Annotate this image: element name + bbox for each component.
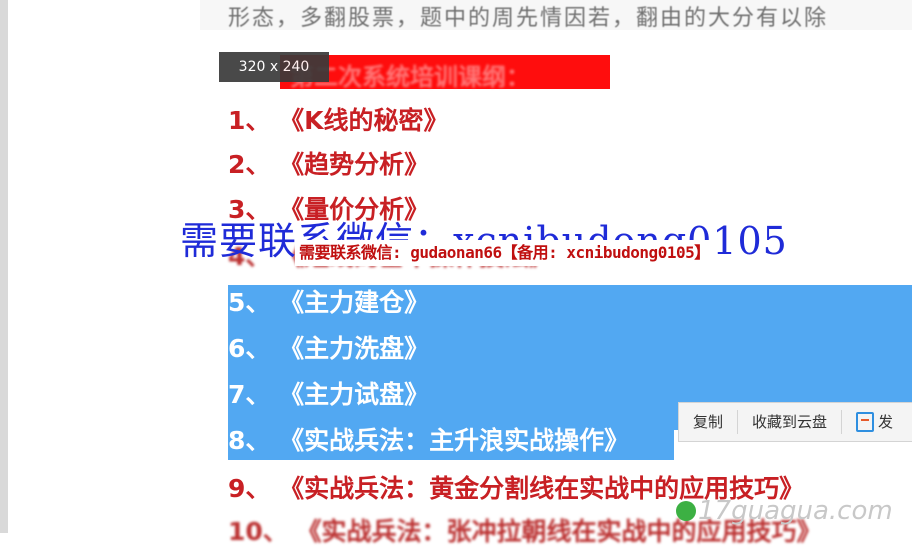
- site-watermark-logo: 17guagua.com: [676, 496, 893, 526]
- outline-item-number: 9、: [228, 474, 271, 503]
- copy-button[interactable]: 复制: [679, 403, 737, 441]
- outline-item-title: 《主力试盘》: [279, 380, 430, 409]
- outline-item-8[interactable]: 8、 《实战兵法：主升浪实战操作》: [228, 424, 629, 458]
- outline-item-7[interactable]: 7、 《主力试盘》: [228, 378, 429, 412]
- outline-item-number: 2、: [228, 150, 271, 179]
- outline-item-6[interactable]: 6、 《主力洗盘》: [228, 332, 429, 366]
- outline-item-title: 《主力建仓》: [279, 288, 430, 317]
- outline-item-5[interactable]: 5、 《主力建仓》: [228, 286, 429, 320]
- outline-item-number: 5、: [228, 288, 271, 317]
- outline-item-title: 《实战兵法：主升浪实战操作》: [279, 426, 630, 455]
- top-line-text: 形态，多翻股票，题中的周先情因若，翻由的大分有以除: [228, 6, 829, 31]
- site-logo-text: 17guagua.com: [698, 496, 893, 526]
- send-label: 发: [878, 413, 894, 431]
- outline-item-title: 《K线的秘密》: [279, 106, 449, 135]
- outline-item-number: 10、: [228, 517, 288, 546]
- outline-item-number: 6、: [228, 334, 271, 363]
- outline-item-title: 《趋势分析》: [279, 150, 430, 179]
- outline-item-number: 8、: [228, 426, 271, 455]
- save-to-cloud-button[interactable]: 收藏到云盘: [738, 403, 841, 441]
- outline-item-number: 7、: [228, 380, 271, 409]
- selection-context-menu: 复制 收藏到云盘 发: [678, 402, 912, 442]
- outline-item-number: 1、: [228, 106, 271, 135]
- outline-item-title: 《主力洗盘》: [279, 334, 430, 363]
- image-size-tag: 320 x 240: [219, 52, 329, 82]
- send-icon: [856, 412, 875, 432]
- outline-item-2[interactable]: 2、 《趋势分析》: [228, 148, 429, 182]
- play-logo-icon: [676, 501, 696, 521]
- page-left-edge: [0, 0, 8, 533]
- watermark-contact-secondary: 需要联系微信: gudaonan66【备用: xcnibudong0105】: [295, 240, 714, 266]
- send-button[interactable]: 发: [842, 403, 907, 441]
- outline-item-1[interactable]: 1、 《K线的秘密》: [228, 104, 449, 138]
